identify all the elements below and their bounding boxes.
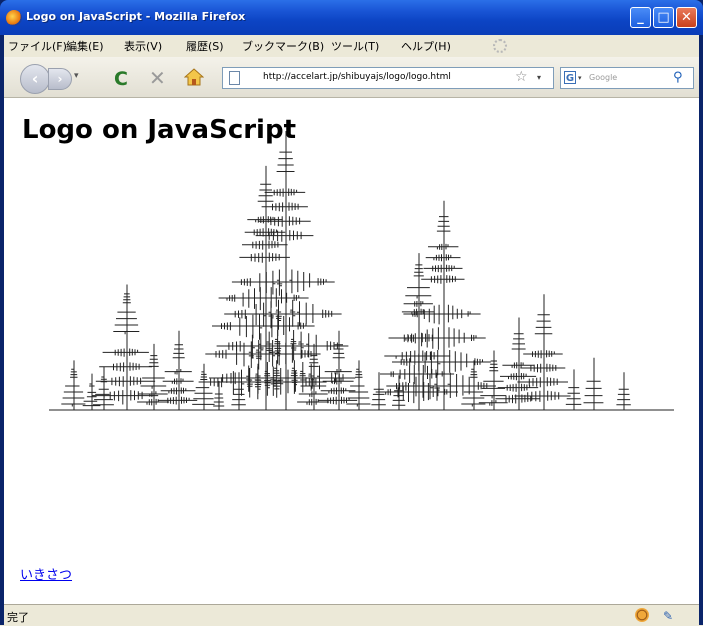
home-icon[interactable] — [184, 68, 204, 86]
status-text: 完了 — [7, 611, 29, 624]
title-bar[interactable]: Logo on JavaScript - Mozilla Firefox _ □… — [0, 0, 703, 35]
history-link[interactable]: いきさつ — [20, 564, 72, 583]
google-engine-icon[interactable]: G — [564, 71, 576, 84]
addon-status-icon[interactable] — [635, 608, 649, 622]
back-button[interactable]: ‹ — [20, 64, 50, 94]
status-bar: 完了 ✎ — [4, 604, 699, 626]
turtle-path — [49, 131, 674, 411]
reload-icon[interactable]: C — [114, 68, 128, 90]
forward-button[interactable]: › — [48, 68, 72, 90]
firefox-icon — [6, 10, 22, 26]
menu-bar: ファイル(F) 編集(E) 表示(V) 履歴(S) ブックマーク(B) ツール(… — [4, 35, 699, 57]
close-button[interactable]: ✕ — [676, 7, 697, 28]
url-text[interactable]: http://accelart.jp/shibuyajs/logo/logo.h… — [263, 72, 451, 82]
edit-pencil-icon[interactable]: ✎ — [663, 609, 673, 623]
stop-icon[interactable]: ✕ — [149, 66, 166, 90]
menu-tools[interactable]: ツール(T) — [331, 38, 379, 54]
minimize-button[interactable]: _ — [630, 7, 651, 28]
navigation-toolbar: ‹ › ▾ C ✕ http://accelart.jp/shibuyajs/l… — [4, 57, 699, 98]
page-icon — [229, 71, 240, 85]
bookmark-star-icon[interactable]: ☆ — [515, 69, 528, 85]
menu-file[interactable]: ファイル(F) — [8, 38, 67, 54]
history-dropdown-icon[interactable]: ▾ — [74, 71, 79, 81]
menu-edit[interactable]: 編集(E) — [66, 38, 104, 54]
menu-bookmarks[interactable]: ブックマーク(B) — [242, 38, 324, 54]
address-bar[interactable]: http://accelart.jp/shibuyajs/logo/logo.h… — [222, 67, 554, 89]
activity-throbber-icon — [493, 39, 507, 53]
search-box[interactable]: G ▾ Google ⚲ — [560, 67, 694, 89]
menu-history[interactable]: 履歴(S) — [186, 38, 224, 54]
window-title: Logo on JavaScript - Mozilla Firefox — [26, 10, 246, 23]
search-icon[interactable]: ⚲ — [673, 70, 683, 85]
search-input[interactable]: Google — [589, 73, 617, 82]
menu-help[interactable]: ヘルプ(H) — [401, 38, 451, 54]
url-dropdown-icon[interactable]: ▾ — [537, 73, 541, 82]
engine-dropdown-icon[interactable]: ▾ — [578, 74, 582, 82]
logo-turtle-drawing — [49, 131, 674, 411]
page-content: Logo on JavaScript いきさつ — [4, 98, 699, 604]
browser-window: Logo on JavaScript - Mozilla Firefox _ □… — [0, 0, 703, 626]
maximize-button[interactable]: □ — [653, 7, 674, 28]
menu-view[interactable]: 表示(V) — [124, 38, 162, 54]
